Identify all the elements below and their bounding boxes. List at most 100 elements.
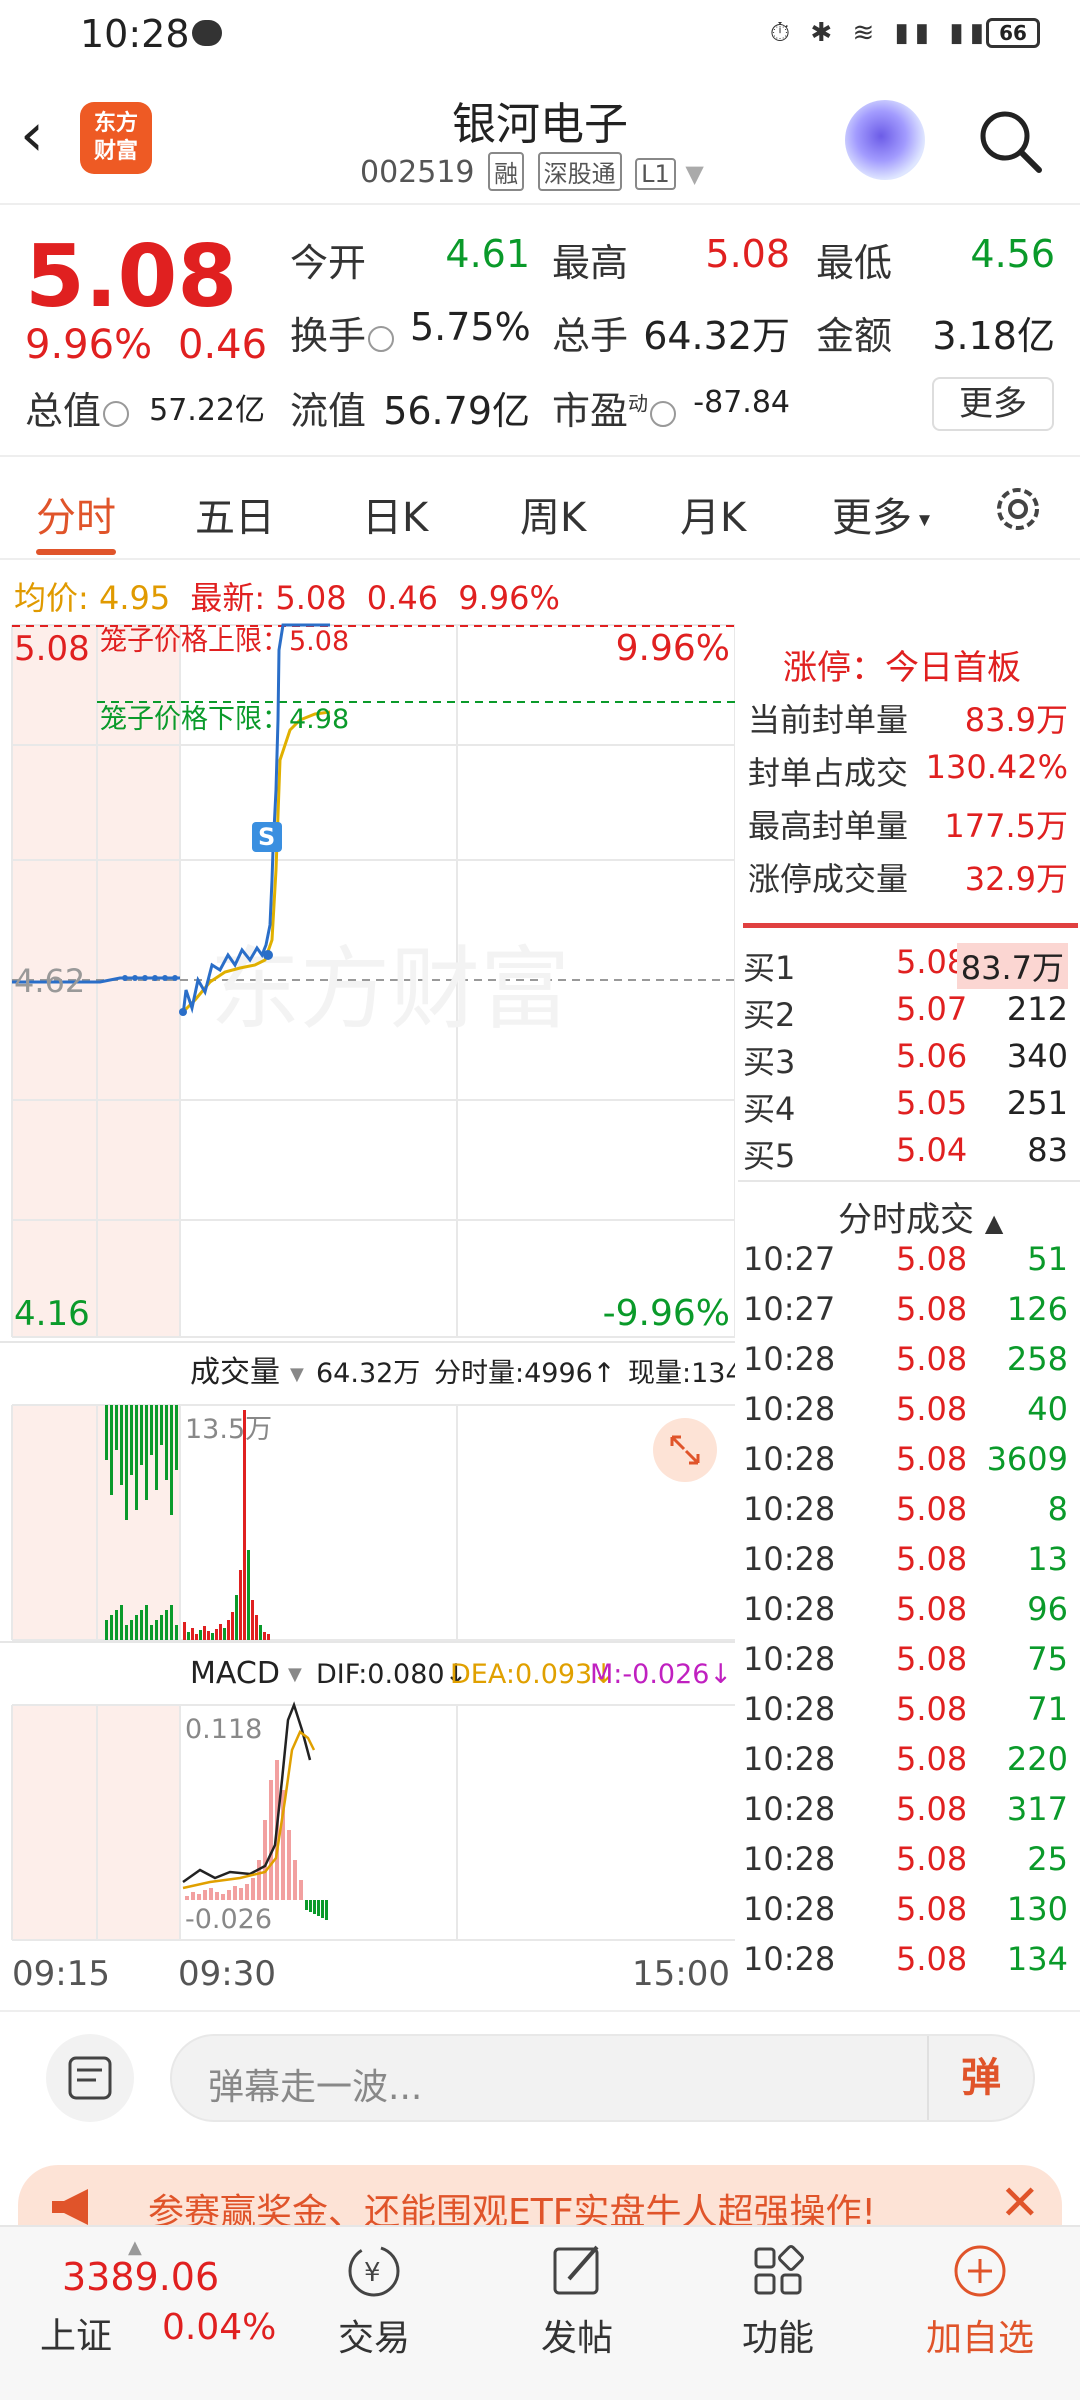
limit-stat-value: 130.42% <box>925 748 1068 786</box>
trade-volume: 13 <box>1027 1540 1068 1578</box>
volume-bar <box>160 1615 163 1640</box>
volume-bar <box>110 1615 113 1640</box>
tab-weekly-k[interactable]: 周K <box>520 485 586 543</box>
volume-bar <box>215 1629 218 1640</box>
volume-bar <box>145 1405 148 1500</box>
bid-price: 5.04 <box>896 1131 968 1169</box>
info-icon[interactable] <box>650 400 677 427</box>
trade-volume: 25 <box>1027 1840 1068 1878</box>
volume-bar <box>140 1610 143 1640</box>
battery-icon: 66 <box>986 18 1040 48</box>
add-circle-icon <box>954 2245 1006 2297</box>
time-end: 15:00 <box>632 1954 730 1994</box>
volume-bar <box>155 1405 158 1490</box>
volume-bar <box>195 1634 198 1640</box>
status-bar: 10:28 ⏱ ✱ ≋ ▮▮ ▮▮ 66 <box>0 0 1080 70</box>
macd-tab[interactable]: MACD <box>190 1656 280 1691</box>
tab-intraday[interactable]: 分时 <box>36 485 116 543</box>
stat-label-amount: 金额 <box>816 314 893 358</box>
trade-price: 5.08 <box>896 1940 968 1978</box>
search-icon[interactable] <box>975 106 1045 176</box>
macd-bar <box>317 1900 320 1916</box>
volume-bar <box>115 1405 118 1450</box>
prev-close-label: 4.62 <box>14 962 85 1000</box>
avg-price-value: 4.95 <box>98 579 171 617</box>
trade-price: 5.08 <box>896 1790 968 1828</box>
bid-volume: 251 <box>1006 1084 1068 1122</box>
stat-value-low: 4.56 <box>970 232 1055 276</box>
volume-bar <box>247 1550 250 1640</box>
danmaku-input[interactable]: 弹幕走一波... 弹 <box>170 2034 1035 2122</box>
volume-bar <box>175 1625 178 1640</box>
info-icon[interactable] <box>368 325 395 352</box>
trade-time: 10:28 <box>743 1840 836 1878</box>
chart-tabs: 分时 五日 日K 周K 月K 更多 ▾ <box>0 455 1080 560</box>
expand-icon[interactable] <box>653 1418 717 1482</box>
trade-price: 5.08 <box>896 1490 968 1528</box>
index-value[interactable]: 3389.06 <box>62 2255 219 2299</box>
trade-volume: 71 <box>1027 1690 1068 1728</box>
macd-m: M:-0.026↓ <box>590 1659 732 1690</box>
tab-daily-k[interactable]: 日K <box>362 485 428 543</box>
trade-price: 5.08 <box>896 1840 968 1878</box>
avg-price-label: 均价: <box>14 579 89 617</box>
info-icon[interactable] <box>103 400 130 427</box>
trade-price: 5.08 <box>896 1590 968 1628</box>
gear-icon[interactable] <box>990 481 1046 537</box>
more-button[interactable]: 更多 <box>932 377 1054 431</box>
nav-post[interactable]: 发帖 <box>517 2239 637 2361</box>
time-open: 09:30 <box>178 1954 276 1994</box>
tab-five-day[interactable]: 五日 <box>195 485 275 543</box>
macd-bar <box>263 1820 267 1900</box>
macd-bar <box>203 1890 207 1900</box>
volume-bar <box>211 1633 214 1640</box>
volume-period: 分时量:4996↑ <box>434 1358 615 1389</box>
lower-price-label: 4.16 <box>14 1294 90 1334</box>
volume-bar <box>150 1625 153 1640</box>
trade-time: 10:28 <box>743 1340 836 1378</box>
volume-dropdown-icon[interactable]: ▼ <box>290 1364 304 1385</box>
stat-value-amount: 3.18亿 <box>932 314 1055 358</box>
nav-add-watchlist[interactable]: 加自选 <box>920 2239 1040 2361</box>
trade-time: 10:28 <box>743 1590 836 1628</box>
volume-bar <box>207 1631 210 1640</box>
bid-price: 5.05 <box>896 1084 968 1122</box>
volume-bar <box>227 1620 230 1640</box>
macd-bar <box>239 1888 243 1900</box>
index-name[interactable]: 上证 <box>40 2307 112 2359</box>
macd-bar <box>287 1830 291 1900</box>
trade-volume: 8 <box>1047 1490 1068 1528</box>
macd-bar <box>233 1886 237 1900</box>
trades-title[interactable]: 分时成交 ▲ <box>838 1192 1003 1241</box>
limit-stat-label: 最高封单量 <box>748 807 909 845</box>
close-icon[interactable]: ✕ <box>1000 2175 1040 2231</box>
trade-price: 5.08 <box>896 1690 968 1728</box>
trade-icon: ¥ <box>348 2245 400 2297</box>
tab-monthly-k[interactable]: 月K <box>680 485 746 543</box>
trade-time: 10:28 <box>743 1390 836 1428</box>
trade-price: 5.08 <box>896 1340 968 1378</box>
chat-bubble-icon <box>192 20 222 46</box>
trade-time: 10:28 <box>743 1940 836 1978</box>
volume-bar <box>165 1610 168 1640</box>
notes-icon[interactable] <box>46 2034 134 2122</box>
macd-dropdown-icon[interactable]: ▼ <box>288 1664 302 1685</box>
nav-functions[interactable]: 功能 <box>718 2239 838 2361</box>
intraday-chart[interactable]: 东方财富 S 5.08 笼子价格上限：5.08 笼子价格下限：4.98 9.96… <box>0 620 735 2000</box>
stat-label-high: 最高 <box>552 241 629 285</box>
danmaku-send-button[interactable]: 弹 <box>927 2036 1033 2120</box>
change-amount: 0.46 <box>178 322 268 368</box>
tab-more[interactable]: 更多 ▾ <box>832 485 930 543</box>
trade-time: 10:28 <box>743 1490 836 1528</box>
volume-bar <box>125 1625 128 1640</box>
dropdown-icon[interactable]: ▼ <box>685 160 703 188</box>
volume-tab[interactable]: 成交量 <box>190 1355 280 1390</box>
macd-bar <box>269 1780 273 1900</box>
robot-assistant-avatar[interactable] <box>845 100 925 180</box>
trade-volume: 51 <box>1027 1240 1068 1278</box>
cage-upper-label: 笼子价格上限：5.08 <box>100 626 349 657</box>
nav-trade[interactable]: ¥ 交易 <box>314 2239 434 2361</box>
stock-code-row[interactable]: 002519 融 深股通 L1 ▼ <box>360 152 704 191</box>
trade-price: 5.08 <box>896 1540 968 1578</box>
open-marker <box>179 1008 187 1016</box>
